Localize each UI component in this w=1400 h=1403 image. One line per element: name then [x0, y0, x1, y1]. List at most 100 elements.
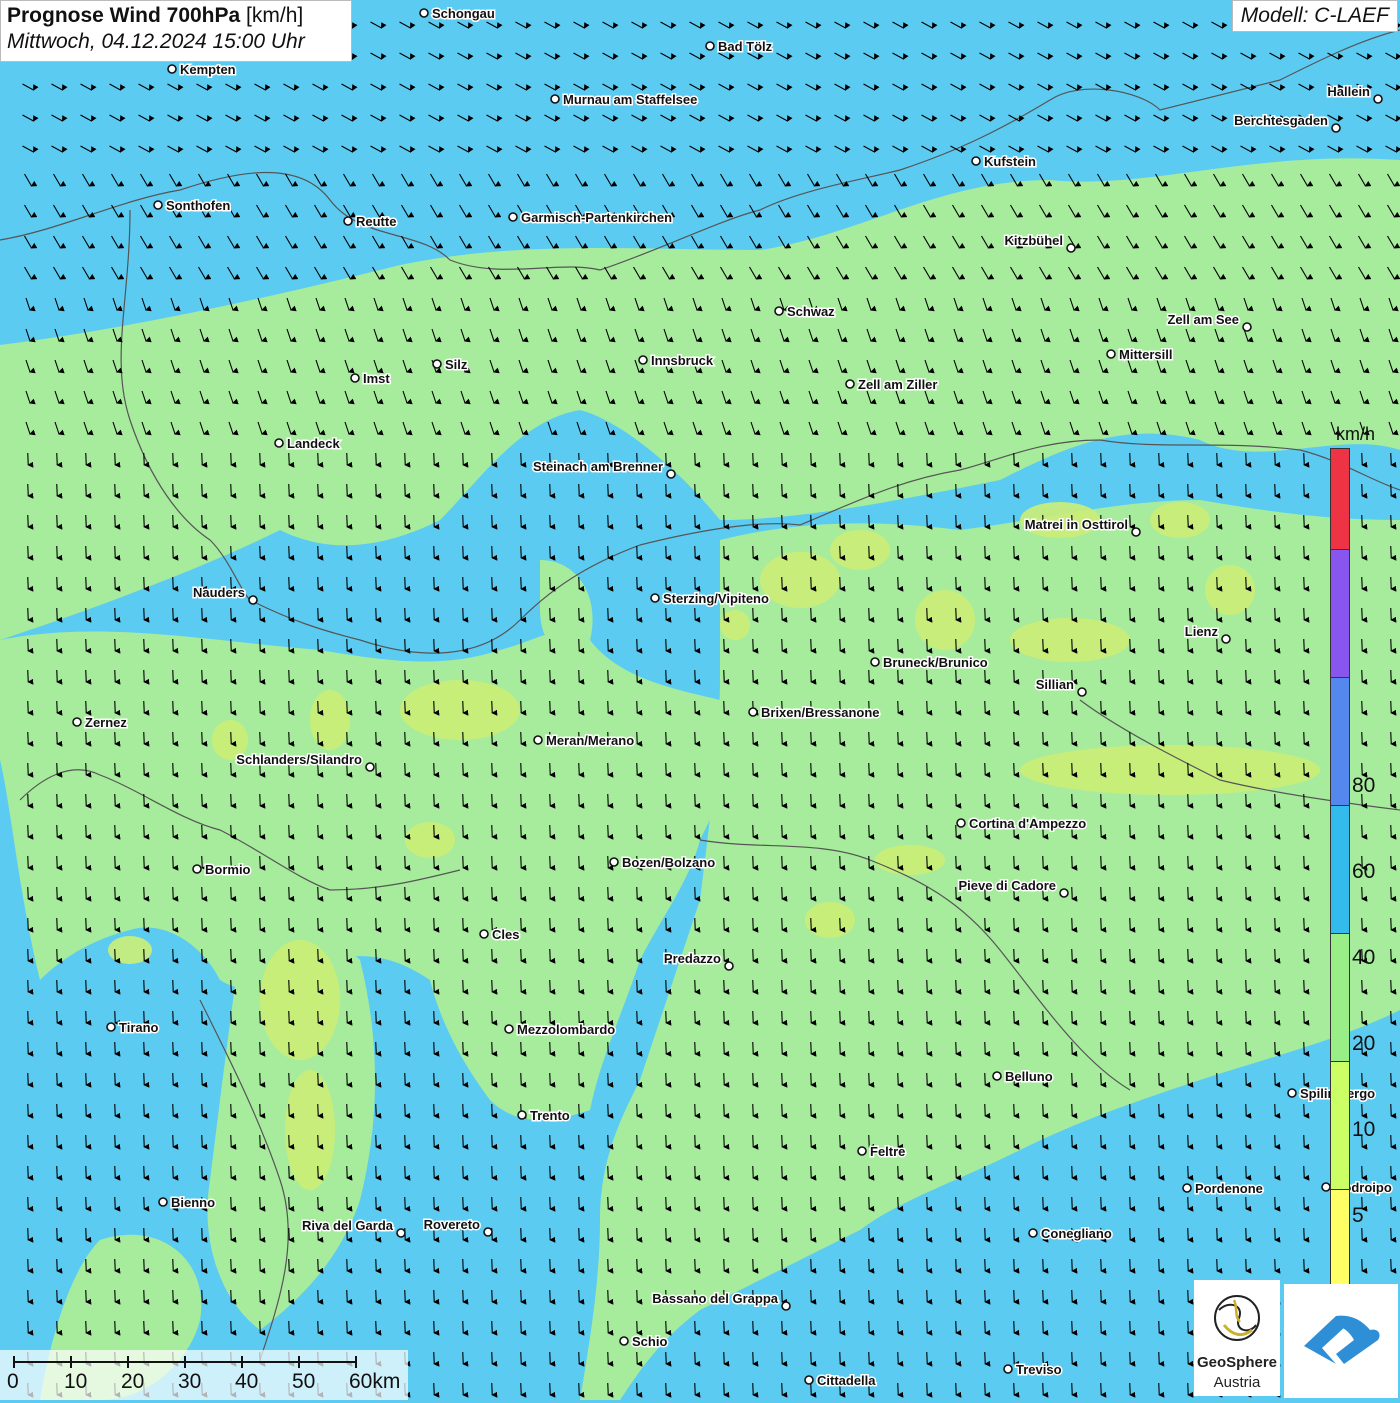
- wind-arrow-icon: [578, 948, 585, 964]
- wind-arrow-icon: [897, 1010, 904, 1026]
- city-label: Bienno: [171, 1195, 215, 1210]
- wind-arrow-icon: [752, 1134, 759, 1150]
- wind-arrow-icon: [1274, 1041, 1281, 1057]
- wind-arrow-icon: [1071, 979, 1078, 995]
- wind-arrow-icon: [172, 917, 179, 933]
- wind-arrow-icon: [114, 1041, 121, 1057]
- wind-arrow-icon: [984, 1134, 991, 1150]
- wind-arrow-icon: [491, 1382, 498, 1398]
- city-dot-icon: [350, 373, 360, 383]
- wind-arrow-icon: [375, 1010, 382, 1026]
- wind-arrow-icon: [27, 545, 34, 561]
- wind-arrow-icon: [1158, 545, 1165, 561]
- wind-arrow-icon: [1129, 886, 1136, 902]
- wind-arrow-icon: [520, 1134, 527, 1150]
- wind-arrow-icon: [955, 607, 962, 623]
- wind-arrow-icon: [810, 669, 817, 685]
- wind-arrow-icon: [230, 669, 237, 685]
- wind-arrow-icon: [1245, 1227, 1252, 1243]
- city-dot-icon: [1182, 1183, 1192, 1193]
- city-label: Bormio: [205, 862, 251, 877]
- wind-arrow-icon: [462, 483, 469, 499]
- wind-arrow-icon: [752, 948, 759, 964]
- wind-arrow-icon: [723, 1165, 730, 1181]
- wind-arrow-icon: [1100, 917, 1107, 933]
- wind-arrow-icon: [752, 1258, 759, 1274]
- wind-arrow-icon: [665, 545, 672, 561]
- wind-arrow-icon: [723, 948, 730, 964]
- wind-arrow-icon: [1245, 762, 1252, 778]
- wind-arrow-icon: [868, 607, 875, 623]
- model-label: Modell: C-LAEF: [1231, 0, 1398, 32]
- wind-arrow-icon: [288, 948, 295, 964]
- wind-arrow-icon: [897, 483, 904, 499]
- wind-arrow-icon: [1158, 917, 1165, 933]
- wind-arrow-icon: [27, 700, 34, 716]
- wind-arrow-icon: [201, 1010, 208, 1026]
- wind-arrow-icon: [665, 793, 672, 809]
- wind-arrow-icon: [578, 824, 585, 840]
- legend-label: 20: [1352, 1032, 1376, 1055]
- wind-arrow-icon: [27, 731, 34, 747]
- legend-label: 80: [1352, 774, 1376, 797]
- wind-arrow-icon: [404, 886, 411, 902]
- wind-arrow-icon: [1071, 483, 1078, 499]
- wind-arrow-icon: [1158, 576, 1165, 592]
- wind-arrow-icon: [1274, 886, 1281, 902]
- wind-arrow-icon: [1187, 1072, 1194, 1088]
- wind-arrow-icon: [288, 1072, 295, 1088]
- wind-arrow-icon: [781, 1072, 788, 1088]
- wind-arrow-icon: [578, 1072, 585, 1088]
- wind-arrow-icon: [1100, 638, 1107, 654]
- wind-arrow-icon: [375, 452, 382, 468]
- wind-arrow-icon: [810, 1382, 817, 1398]
- wind-arrow-icon: [781, 1134, 788, 1150]
- wind-arrow-icon: [433, 1041, 440, 1057]
- wind-arrow-icon: [578, 1382, 585, 1398]
- wind-arrow-icon: [259, 1320, 266, 1336]
- wind-arrow-icon: [868, 855, 875, 871]
- wind-arrow-icon: [1158, 669, 1165, 685]
- wind-arrow-icon: [27, 793, 34, 809]
- wind-arrow-icon: [897, 1382, 904, 1398]
- wind-arrow-icon: [897, 1320, 904, 1336]
- wind-arrow-icon: [955, 1165, 962, 1181]
- wind-arrow-icon: [491, 1041, 498, 1057]
- wind-arrow-icon: [433, 979, 440, 995]
- wind-arrow-icon: [694, 762, 701, 778]
- wind-arrow-icon: [1042, 1258, 1049, 1274]
- wind-arrow-icon: [955, 1196, 962, 1212]
- wind-arrow-icon: [143, 1227, 150, 1243]
- scale-label: 50: [292, 1370, 316, 1393]
- wind-arrow-icon: [926, 1010, 933, 1026]
- wind-arrow-icon: [1187, 793, 1194, 809]
- wind-arrow-icon: [926, 452, 933, 468]
- wind-arrow-icon: [27, 638, 34, 654]
- wind-arrow-icon: [462, 669, 469, 685]
- wind-arrow-icon: [1245, 1010, 1252, 1026]
- city-label: Imst: [363, 371, 390, 386]
- city-dot-icon: [508, 212, 518, 222]
- wind-arrow-icon: [114, 669, 121, 685]
- wind-arrow-icon: [27, 1289, 34, 1305]
- wind-arrow-icon: [172, 793, 179, 809]
- wind-arrow-icon: [114, 700, 121, 716]
- wind-arrow-icon: [404, 1196, 411, 1212]
- wind-arrow-icon: [1071, 886, 1078, 902]
- wind-arrow-icon: [839, 731, 846, 747]
- wind-arrow-icon: [607, 1103, 614, 1119]
- wind-arrow-icon: [1100, 948, 1107, 964]
- city-marker: Conegliano: [1028, 1225, 1113, 1243]
- wind-arrow-icon: [926, 514, 933, 530]
- wind-arrow-icon: [85, 1320, 92, 1336]
- wind-arrow-icon: [1303, 514, 1310, 530]
- wind-arrow-icon: [1158, 855, 1165, 871]
- wind-arrow-icon: [259, 1134, 266, 1150]
- wind-arrow-icon: [549, 545, 556, 561]
- wind-arrow-icon: [1158, 1351, 1165, 1367]
- wind-arrow-icon: [810, 452, 817, 468]
- wind-arrow-icon: [1013, 1227, 1020, 1243]
- wind-arrow-icon: [317, 731, 324, 747]
- wind-arrow-icon: [1129, 1134, 1136, 1150]
- city-label: Steinach am Brenner: [533, 459, 663, 474]
